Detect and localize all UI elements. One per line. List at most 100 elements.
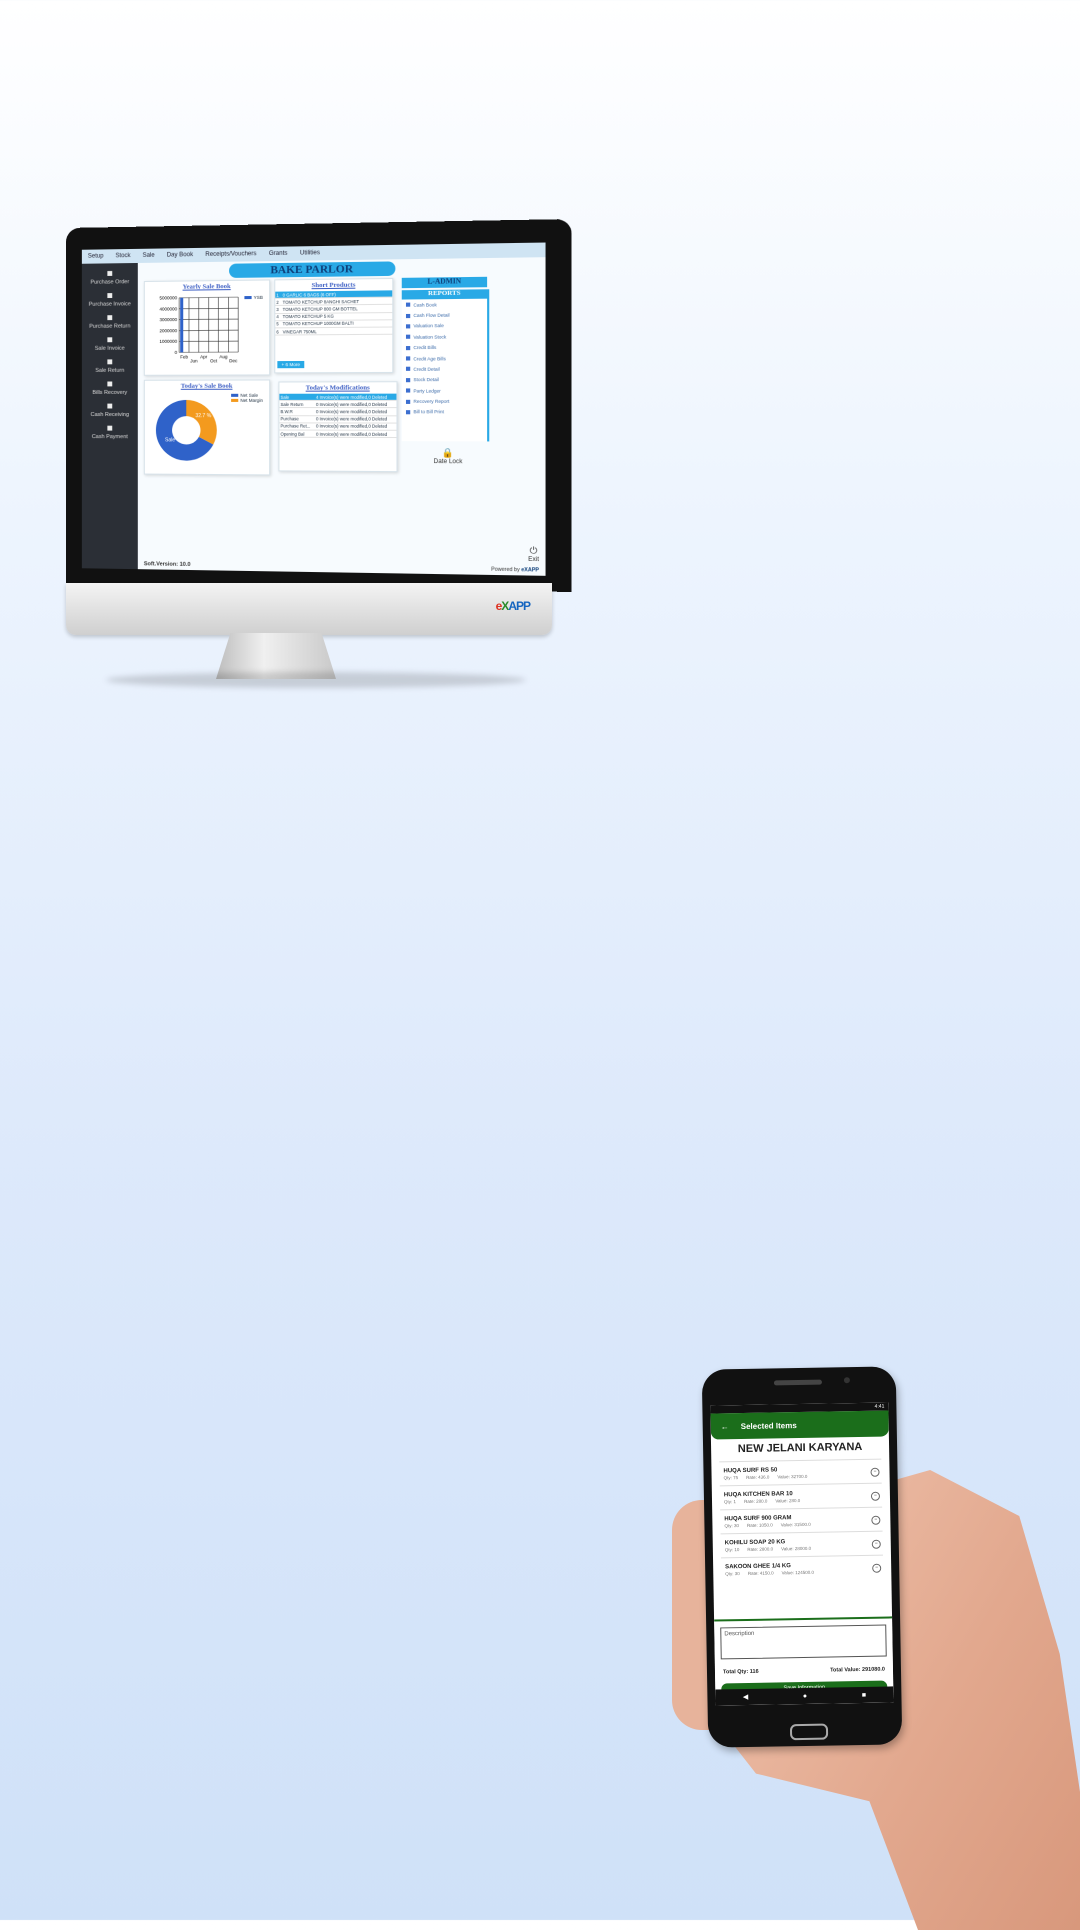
sidebar-item[interactable]: ■Purchase Order (90, 269, 129, 286)
home-button[interactable] (790, 1724, 828, 1741)
bar (180, 298, 183, 353)
list-item[interactable]: HUQA SURF RS 50Qty: 75Rate: 436.0Value: … (719, 1459, 881, 1486)
report-icon (406, 303, 410, 307)
status-time: 4:41 (875, 1404, 885, 1410)
y-tick-label: 1000000 (159, 339, 177, 344)
report-link[interactable]: Valuation Stock (402, 331, 487, 342)
menu-item[interactable]: Stock (115, 253, 130, 259)
sidebar-item[interactable]: ■Bills Recovery (92, 380, 127, 396)
remove-item-icon[interactable]: − (872, 1564, 881, 1573)
totals-row: Total Qty: 116 Total Value: 291080.0 (715, 1662, 893, 1679)
report-link[interactable]: Stock Detail (402, 374, 487, 385)
remove-item-icon[interactable]: − (870, 1468, 879, 1477)
report-link[interactable]: Credit Age Bills (402, 353, 487, 364)
table-row: B.W.R0 Invoice(s) were modified,0 Delete… (279, 408, 396, 415)
back-arrow-icon[interactable]: ← (721, 1422, 729, 1431)
menu-item[interactable]: Receipts/Vouchers (205, 251, 256, 258)
yearly-sale-panel: Yearly Sale Book YSB 5000000400000030000… (144, 279, 270, 375)
y-tick-label: 3000000 (159, 317, 177, 322)
more-products-button[interactable]: + 6 More (277, 361, 304, 368)
date-lock-button[interactable]: 🔒 Date Lock (434, 447, 463, 465)
y-tick-label: 0 (175, 350, 178, 355)
return-arrow-icon: ■ (89, 313, 130, 323)
table-row: Sale4 Invoice(s) were modified,0 Deleted (279, 394, 396, 401)
yearly-sale-title: Yearly Sale Book (145, 283, 269, 292)
cash-icon: ■ (92, 380, 127, 390)
store-name: NEW JELANI KARYANA (711, 1440, 889, 1455)
report-label: Valuation Sale (413, 323, 444, 328)
menu-item[interactable]: Utilities (300, 250, 320, 256)
item-rate: Rate: 2800.0 (747, 1547, 773, 1552)
report-link[interactable]: Bill to Bill Print (402, 407, 487, 418)
menu-item[interactable]: Setup (88, 253, 104, 259)
sidebar-item[interactable]: ■Cash Receiving (91, 402, 129, 418)
report-link[interactable]: Recovery Report (402, 396, 487, 407)
remove-item-icon[interactable]: − (871, 1516, 880, 1525)
report-link[interactable]: Credit Detail (402, 364, 487, 375)
android-nav-bar: ◀ ● ■ (715, 1686, 893, 1705)
y-tick-label: 4000000 (159, 306, 177, 311)
y-tick-label: 5000000 (159, 295, 177, 300)
software-version: Soft.Version: 10.0 (144, 561, 191, 568)
phone-screen: 4:41 ← Selected Items NEW JELANI KARYANA… (710, 1402, 893, 1705)
nav-back-icon[interactable]: ◀ (743, 1693, 749, 1701)
table-cell: B.W.R (279, 408, 315, 415)
description-field[interactable]: Description (720, 1625, 887, 1660)
sidebar-item[interactable]: ■Purchase Return (89, 313, 130, 329)
smartphone: 4:41 ← Selected Items NEW JELANI KARYANA… (702, 1366, 903, 1747)
sidebar-item[interactable]: ■Sale Invoice (95, 336, 125, 352)
table-cell: Opening Bal (279, 430, 315, 437)
report-link[interactable]: Party Ledger (402, 385, 487, 396)
report-icon (406, 367, 410, 371)
today-sale-title: Today's Sale Book (145, 383, 269, 390)
yearly-bar-chart: 500000040000003000000200000010000000FebJ… (147, 293, 249, 373)
table-cell: Purchase (279, 415, 315, 422)
exit-button[interactable]: ⏻ Exit (528, 545, 539, 563)
x-tick-label: Apr (200, 354, 208, 359)
sidebar-item[interactable]: ■Purchase Invoice (89, 291, 131, 308)
sidebar-item-label: Purchase Return (89, 323, 130, 329)
report-label: Credit Bills (413, 345, 436, 350)
nav-home-icon[interactable]: ● (803, 1692, 807, 1699)
sidebar-item-label: Purchase Invoice (89, 301, 131, 307)
menu-item[interactable]: Grants (269, 251, 288, 257)
report-icon (406, 346, 410, 350)
menu-item[interactable]: Day Book (167, 252, 193, 258)
list-item[interactable]: HUQA KITCHEN BAR 10Qty: 1Rate: 280.0Valu… (720, 1483, 882, 1510)
phone-speaker (774, 1380, 822, 1386)
sidebar-item[interactable]: ■Sale Return (95, 358, 124, 374)
list-item[interactable]: SAKOON GHEE 1/4 KGQty: 30Rate: 4150.0Val… (721, 1555, 883, 1582)
reports-panel: REPORTS Cash BookCash Flow DetailValuati… (402, 289, 490, 441)
today-legend: Net Sale Net Margin (231, 393, 263, 403)
list-item[interactable]: KOHILU SOAP 20 KGQty: 10Rate: 2800.0Valu… (721, 1531, 883, 1558)
report-link[interactable]: Valuation Sale (402, 320, 487, 331)
table-row[interactable]: 6VINEGAR 750ML (275, 327, 392, 335)
exit-label: Exit (528, 557, 539, 563)
menu-item[interactable]: Sale (143, 253, 155, 259)
short-products-panel: Short Products 10 GARLIC 6 BAGS (6 OFF)2… (274, 278, 393, 373)
total-qty: Total Qty: 116 (723, 1669, 759, 1676)
item-qty: Qty: 30 (724, 1523, 739, 1528)
report-label: Credit Detail (413, 367, 439, 372)
report-link[interactable]: Cash Flow Detail (402, 309, 487, 321)
dashboard: BAKE PARLOR Yearly Sale Book YSB 5000000… (138, 257, 546, 576)
remove-item-icon[interactable]: − (871, 1492, 880, 1501)
slice-label-sale: Sale (165, 437, 175, 443)
pie-slice (186, 400, 217, 445)
x-tick-label: Jun (190, 358, 198, 363)
modifications-title: Today's Modifications (279, 384, 396, 391)
report-link[interactable]: Credit Bills (402, 342, 487, 353)
remove-item-icon[interactable]: − (872, 1540, 881, 1549)
order-footer: Description Total Qty: 116 Total Value: … (714, 1616, 893, 1705)
app-title: BAKE PARLOR (229, 261, 395, 278)
selected-items-list: HUQA SURF RS 50Qty: 75Rate: 436.0Value: … (711, 1458, 891, 1581)
sidebar-item-label: Cash Receiving (91, 412, 129, 418)
list-item[interactable]: HUQA SURF 900 GRAMQty: 30Rate: 1050.0Val… (720, 1507, 882, 1534)
report-icon (406, 410, 410, 414)
nav-recents-icon[interactable]: ■ (862, 1691, 866, 1698)
report-link[interactable]: Cash Book (402, 299, 487, 311)
sidebar-item-label: Sale Return (95, 368, 124, 374)
sidebar-item[interactable]: ■Cash Payment (92, 424, 128, 440)
report-icon (406, 324, 410, 328)
item-value: Value: 280.0 (775, 1498, 800, 1503)
